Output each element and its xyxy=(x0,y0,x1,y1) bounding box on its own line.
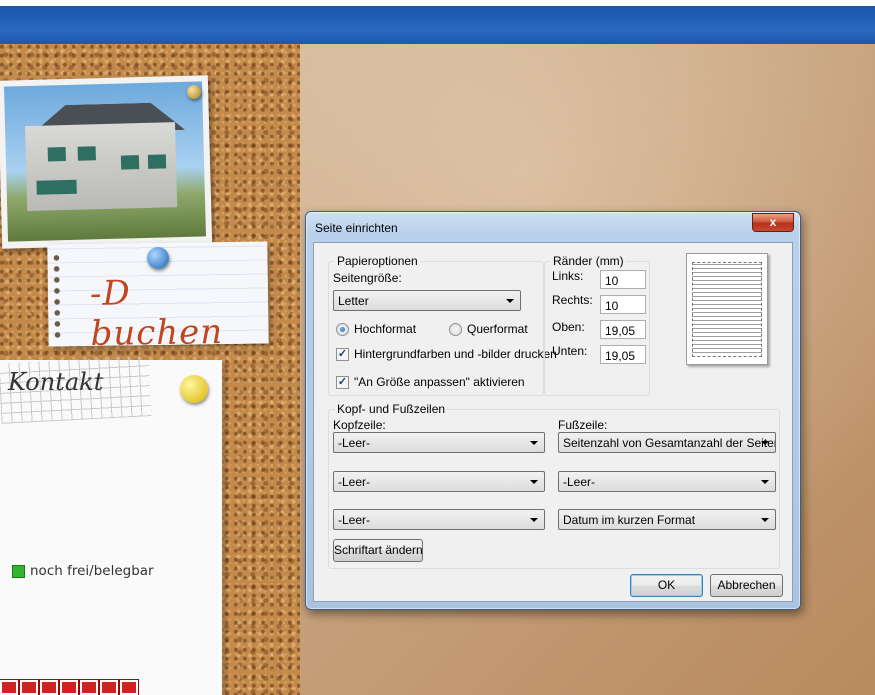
margin-top-input[interactable]: 19,05 xyxy=(600,320,646,339)
chevron-down-icon xyxy=(761,480,769,484)
dialog-title: Seite einrichten xyxy=(315,221,398,235)
browser-top-band xyxy=(0,0,875,44)
header-1-value: -Leer- xyxy=(338,436,371,450)
chevron-down-icon xyxy=(530,518,538,522)
margin-bottom-input[interactable]: 19,05 xyxy=(600,345,646,364)
header-label: Kopfzeile: xyxy=(333,418,386,432)
calendar-strip xyxy=(0,679,139,695)
dialog-client: Papieroptionen Seitengröße: Letter Hochf… xyxy=(313,242,793,602)
chevron-down-icon xyxy=(530,480,538,484)
portrait-radio[interactable] xyxy=(336,323,349,336)
footer-1-value: Seitenzahl von Gesamtanzahl der Seiten xyxy=(563,436,776,450)
header-footer-legend: Kopf- und Fußzeilen xyxy=(335,402,448,416)
footer-3-value: Datum im kurzen Format xyxy=(563,513,696,527)
header-select-1[interactable]: -Leer- xyxy=(333,432,545,453)
page-size-select[interactable]: Letter xyxy=(333,290,521,311)
chevron-down-icon xyxy=(530,441,538,445)
footer-select-1[interactable]: Seitenzahl von Gesamtanzahl der Seiten xyxy=(558,432,776,453)
footer-select-2[interactable]: -Leer- xyxy=(558,471,776,492)
cancel-button[interactable]: Abbrechen xyxy=(710,574,783,597)
margin-left-input[interactable]: 10 xyxy=(600,270,646,289)
margin-left-label: Links: xyxy=(552,269,584,283)
page-size-label: Seitengröße: xyxy=(333,271,402,285)
chevron-down-icon xyxy=(506,299,514,303)
house-photo[interactable] xyxy=(0,75,213,249)
header-select-3[interactable]: -Leer- xyxy=(333,509,545,530)
footer-label: Fußzeile: xyxy=(558,418,608,432)
header-2-value: -Leer- xyxy=(338,475,371,489)
kontakt-label[interactable]: Kontakt xyxy=(8,368,103,396)
portrait-label[interactable]: Hochformat xyxy=(354,322,416,336)
chevron-down-icon xyxy=(761,441,769,445)
ok-button[interactable]: OK xyxy=(630,574,703,597)
paper-options-legend: Papieroptionen xyxy=(335,254,420,268)
header-select-2[interactable]: -Leer- xyxy=(333,471,545,492)
page-setup-dialog: Seite einrichten x Papieroptionen Seiten… xyxy=(305,211,801,610)
pin-yellow-icon xyxy=(180,375,208,403)
print-background-label[interactable]: Hintergrundfarben und -bilder drucken xyxy=(354,347,557,361)
margin-right-label: Rechts: xyxy=(552,293,593,307)
footer-select-3[interactable]: Datum im kurzen Format xyxy=(558,509,776,530)
margin-top-label: Oben: xyxy=(552,320,585,334)
margin-bottom-label: Unten: xyxy=(552,344,588,358)
pin-gold-icon xyxy=(187,85,201,99)
change-font-button[interactable]: Schriftart ändern xyxy=(333,539,423,562)
header-3-value: -Leer- xyxy=(338,513,371,527)
chevron-down-icon xyxy=(761,518,769,522)
legend-label: noch frei/belegbar xyxy=(30,563,154,579)
availability-legend: noch frei/belegbar xyxy=(12,563,154,579)
margin-right-input[interactable]: 10 xyxy=(600,295,646,314)
print-background-checkbox[interactable]: ✓ xyxy=(336,348,349,361)
shrink-to-fit-checkbox[interactable]: ✓ xyxy=(336,376,349,389)
margins-legend: Ränder (mm) xyxy=(551,254,626,268)
footer-2-value: -Leer- xyxy=(563,475,596,489)
page-preview xyxy=(686,253,768,365)
pin-blue-icon xyxy=(147,247,169,269)
kontakt-note: Kontakt xyxy=(0,356,222,695)
landscape-radio[interactable] xyxy=(449,323,462,336)
landscape-label[interactable]: Querformat xyxy=(467,322,528,336)
shrink-to-fit-label[interactable]: "An Größe anpassen" aktivieren xyxy=(354,375,525,389)
green-square-icon xyxy=(12,564,25,578)
close-button[interactable]: x xyxy=(752,213,794,232)
buchen-label: -D buchen xyxy=(89,273,224,354)
page-size-value: Letter xyxy=(338,294,369,308)
